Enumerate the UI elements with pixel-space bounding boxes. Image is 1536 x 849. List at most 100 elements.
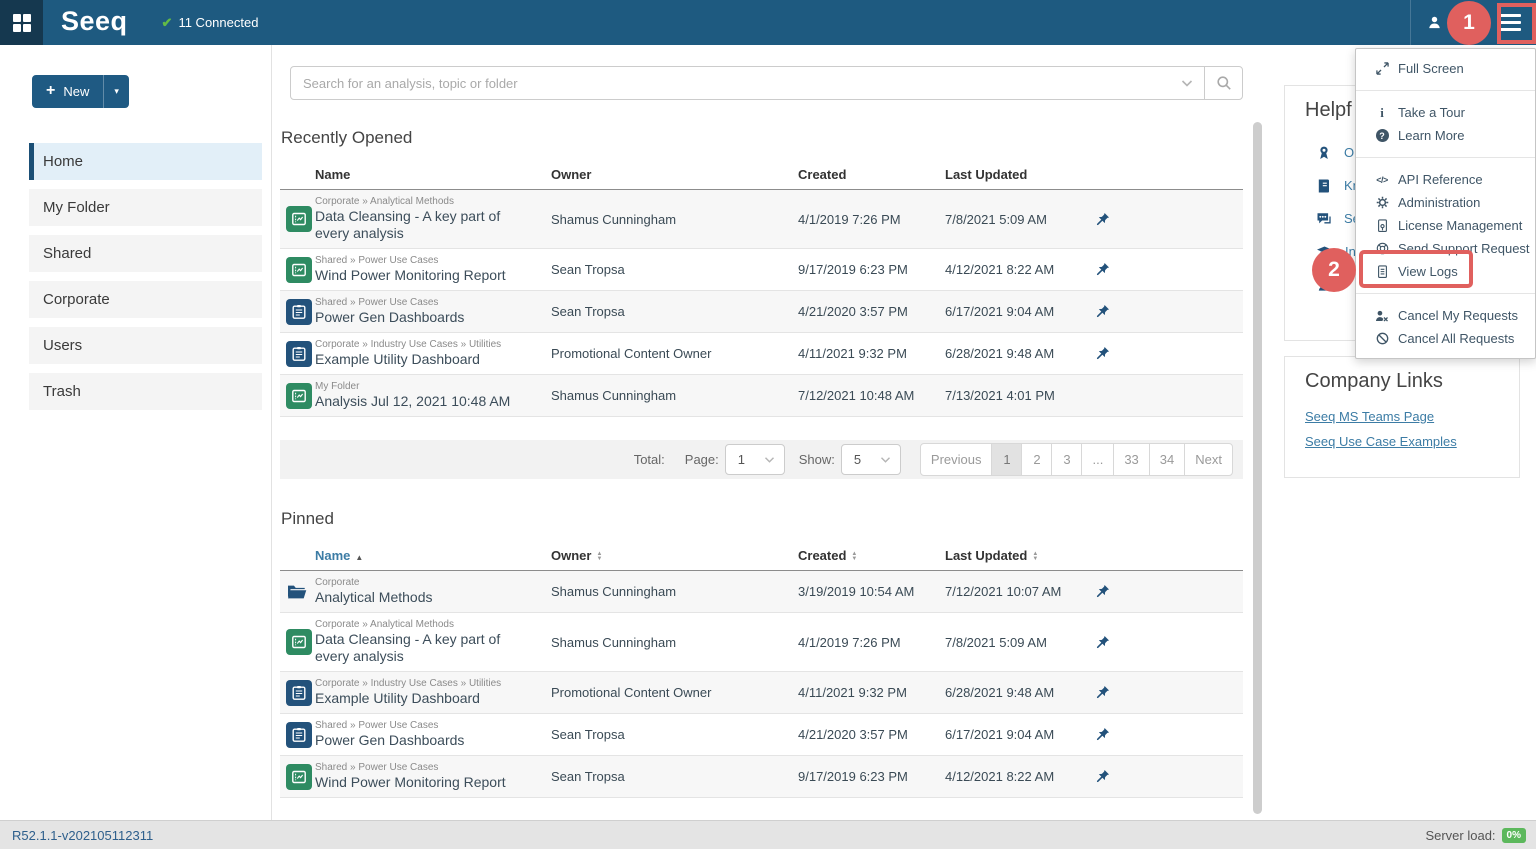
table-row[interactable]: Shared » Power Use CasesPower Gen Dashbo… <box>280 291 1243 333</box>
pin-icon[interactable] <box>1095 769 1110 784</box>
item-owner: Shamus Cunningham <box>551 388 798 403</box>
item-name[interactable]: Analytical Methods <box>315 589 537 606</box>
company-link-teams[interactable]: Seeq MS Teams Page <box>1305 409 1519 424</box>
search-input[interactable] <box>291 76 1181 91</box>
search-options-toggle[interactable] <box>1181 79 1193 88</box>
item-path[interactable]: Shared » Power Use Cases <box>315 297 537 308</box>
menu-item-api-reference[interactable]: </> API Reference <box>1356 168 1535 191</box>
pin-icon[interactable] <box>1095 304 1110 319</box>
page-button-2[interactable]: 2 <box>1021 443 1052 476</box>
sidebar-item-home[interactable]: Home <box>29 143 262 180</box>
table-row[interactable]: Corporate » Industry Use Cases » Utiliti… <box>280 333 1243 375</box>
new-button-caret[interactable]: ▾ <box>103 75 129 108</box>
pin-icon[interactable] <box>1095 727 1110 742</box>
menu-item-learn-more[interactable]: ? Learn More <box>1356 124 1535 147</box>
menu-item-full-screen[interactable]: Full Screen <box>1356 57 1535 80</box>
previous-page-button[interactable]: Previous <box>920 443 993 476</box>
sort-icon: ▲▼ <box>1032 552 1038 562</box>
show-select[interactable]: 5 <box>841 444 901 475</box>
menu-item-cancel-all-requests[interactable]: Cancel All Requests <box>1356 327 1535 350</box>
new-button-label: New <box>63 84 89 99</box>
pin-icon[interactable] <box>1095 212 1110 227</box>
table-row[interactable]: My FolderAnalysis Jul 12, 2021 10:48 AM … <box>280 375 1243 417</box>
menu-item-license-management[interactable]: License Management <box>1356 214 1535 237</box>
sidebar-item-corporate[interactable]: Corporate <box>29 281 262 318</box>
user-icon <box>1427 15 1442 30</box>
menu-divider <box>1356 90 1535 91</box>
search-button[interactable] <box>1204 67 1242 99</box>
top-navbar: Seeq ✔ 11 Connected Sha <box>0 0 1536 45</box>
chevron-down-icon: ▾ <box>114 86 119 97</box>
item-path[interactable]: Corporate » Industry Use Cases » Utiliti… <box>315 339 537 350</box>
sidebar-divider <box>271 45 272 820</box>
pin-icon[interactable] <box>1095 346 1110 361</box>
table-row[interactable]: CorporateAnalytical Methods Shamus Cunni… <box>280 571 1243 613</box>
page-select[interactable]: 1 <box>725 444 785 475</box>
column-sort-name[interactable]: Name <box>315 548 350 563</box>
new-button-main[interactable]: + New <box>32 75 103 108</box>
table-row[interactable]: Shared » Power Use CasesPower Gen Dashbo… <box>280 714 1243 756</box>
item-path[interactable]: My Folder <box>315 381 537 392</box>
item-owner: Sean Tropsa <box>551 262 798 277</box>
item-path[interactable]: Shared » Power Use Cases <box>315 255 537 266</box>
pin-icon[interactable] <box>1095 685 1110 700</box>
pin-icon[interactable] <box>1095 635 1110 650</box>
table-row[interactable]: Shared » Power Use CasesWind Power Monit… <box>280 249 1243 291</box>
item-name[interactable]: Example Utility Dashboard <box>315 690 537 707</box>
item-name[interactable]: Example Utility Dashboard <box>315 351 537 368</box>
page-button-3[interactable]: 3 <box>1051 443 1082 476</box>
topic-icon <box>286 680 312 706</box>
expand-icon <box>1374 62 1390 75</box>
page-button-34[interactable]: 34 <box>1149 443 1185 476</box>
item-name[interactable]: Wind Power Monitoring Report <box>315 267 537 284</box>
menu-item-cancel-my-requests[interactable]: Cancel My Requests <box>1356 304 1535 327</box>
item-path[interactable]: Shared » Power Use Cases <box>315 720 537 731</box>
item-name[interactable]: Data Cleansing - A key part of every ana… <box>315 208 537 242</box>
pin-icon[interactable] <box>1095 262 1110 277</box>
seeq-logo[interactable]: Seeq <box>61 6 128 37</box>
table-row[interactable]: Corporate » Analytical MethodsData Clean… <box>280 613 1243 672</box>
pin-icon[interactable] <box>1095 584 1110 599</box>
item-owner: Shamus Cunningham <box>551 212 798 227</box>
item-path[interactable]: Corporate » Analytical Methods <box>315 196 537 207</box>
item-updated: 6/28/2021 9:48 AM <box>945 685 1088 700</box>
column-sort-updated[interactable]: Last Updated <box>945 548 1027 563</box>
sidebar-item-users[interactable]: Users <box>29 327 262 364</box>
item-path[interactable]: Corporate » Analytical Methods <box>315 619 537 630</box>
menu-item-take-a-tour[interactable]: i Take a Tour <box>1356 101 1535 124</box>
page-button-ellipsis[interactable]: ... <box>1081 443 1114 476</box>
column-sort-created[interactable]: Created <box>798 548 846 563</box>
item-name[interactable]: Power Gen Dashboards <box>315 732 537 749</box>
annotation-step-2: 2 <box>1312 248 1356 292</box>
menu-item-administration[interactable]: Administration <box>1356 191 1535 214</box>
connected-label: 11 Connected <box>178 15 258 30</box>
table-row[interactable]: Corporate » Industry Use Cases » Utiliti… <box>280 672 1243 714</box>
column-sort-owner[interactable]: Owner <box>551 548 591 563</box>
app-grid-button[interactable] <box>0 0 43 45</box>
item-name[interactable]: Power Gen Dashboards <box>315 309 537 326</box>
table-row[interactable]: Shared » Power Use CasesWind Power Monit… <box>280 756 1243 798</box>
info-icon: i <box>1374 105 1390 121</box>
book-icon <box>1316 178 1332 194</box>
sidebar-item-my-folder[interactable]: My Folder <box>29 189 262 226</box>
item-name[interactable]: Wind Power Monitoring Report <box>315 774 537 791</box>
item-path[interactable]: Shared » Power Use Cases <box>315 762 537 773</box>
page-button-1[interactable]: 1 <box>991 443 1022 476</box>
pinned-title: Pinned <box>281 509 334 529</box>
next-page-button[interactable]: Next <box>1184 443 1233 476</box>
table-header: Name Owner Created Last Updated <box>280 160 1243 190</box>
company-link-use-cases[interactable]: Seeq Use Case Examples <box>1305 434 1519 449</box>
item-path[interactable]: Corporate » Industry Use Cases » Utiliti… <box>315 678 537 689</box>
new-button[interactable]: + New ▾ <box>32 75 129 108</box>
item-path[interactable]: Corporate <box>315 577 537 588</box>
sidebar-item-shared[interactable]: Shared <box>29 235 262 272</box>
table-row[interactable]: Corporate » Analytical MethodsData Clean… <box>280 190 1243 249</box>
scrollbar-thumb[interactable] <box>1253 122 1262 814</box>
item-updated: 7/13/2021 4:01 PM <box>945 388 1088 403</box>
chat-icon <box>1316 211 1332 227</box>
analysis-icon <box>286 257 312 283</box>
sidebar-item-trash[interactable]: Trash <box>29 373 262 410</box>
item-name[interactable]: Data Cleansing - A key part of every ana… <box>315 631 537 665</box>
item-name[interactable]: Analysis Jul 12, 2021 10:48 AM <box>315 393 537 410</box>
page-button-33[interactable]: 33 <box>1113 443 1149 476</box>
